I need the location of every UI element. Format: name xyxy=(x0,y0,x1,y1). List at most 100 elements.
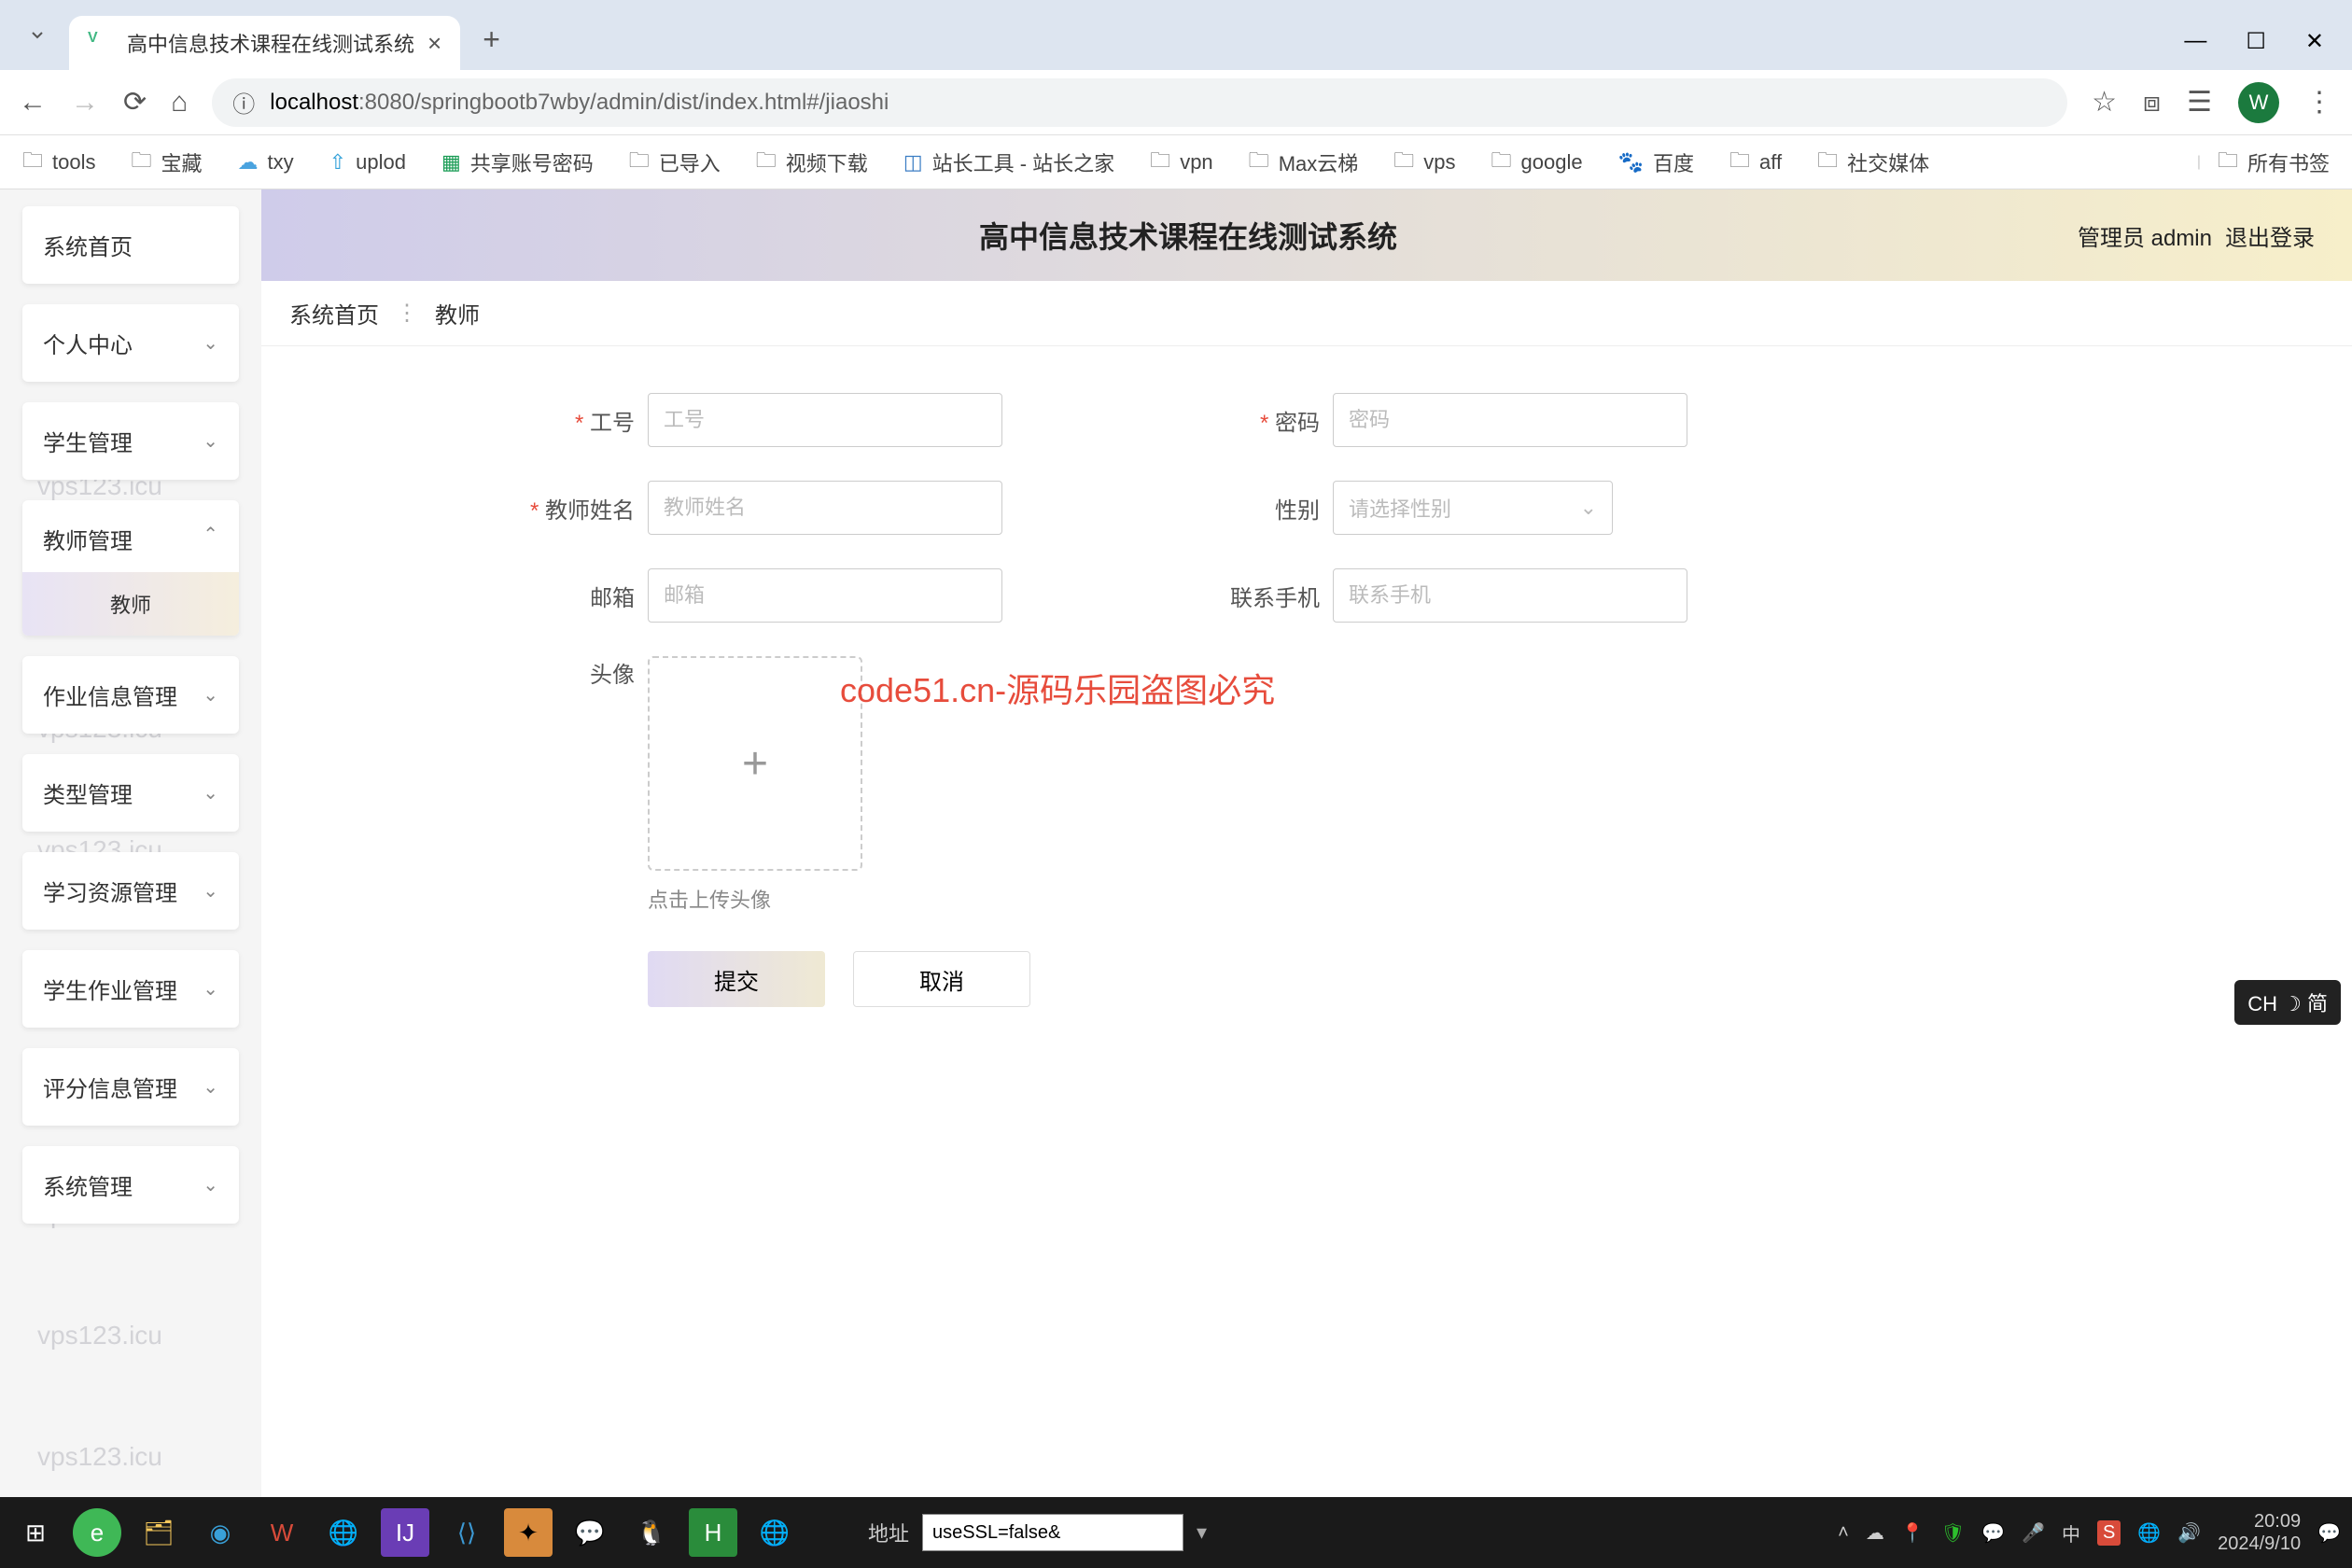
qq-icon[interactable]: 🐧 xyxy=(627,1508,676,1557)
bookmark-item[interactable]: 🗀aff xyxy=(1729,145,1782,180)
bookmark-item[interactable]: 🗀google xyxy=(1491,145,1583,180)
bookmark-item[interactable]: 🗀Max云梯 xyxy=(1249,145,1359,180)
sidebar-item-teachers[interactable]: 教师管理⌃ 教师 xyxy=(22,500,239,636)
all-bookmarks[interactable]: 🗀所有书签 xyxy=(2218,145,2330,180)
breadcrumb-home[interactable]: 系统首页 xyxy=(289,297,379,329)
input-mima[interactable] xyxy=(1333,393,1687,447)
home-icon[interactable]: ⌂ xyxy=(171,87,188,119)
back-icon[interactable]: ← xyxy=(19,87,47,119)
sidebar-item-student-hw[interactable]: 学生作业管理⌄ xyxy=(22,950,239,1028)
edge-icon[interactable]: ◉ xyxy=(196,1508,245,1557)
tab-search-dropdown[interactable] xyxy=(11,8,63,61)
bookmark-item[interactable]: 🗀已导入 xyxy=(629,145,721,180)
start-icon[interactable]: ⊞ xyxy=(11,1508,60,1557)
menu-icon[interactable]: ⋮ xyxy=(2305,86,2333,119)
cancel-button[interactable]: 取消 xyxy=(853,951,1030,1007)
tray-notifications-icon[interactable]: 💬 xyxy=(2317,1521,2341,1545)
sidebar-sub-teacher[interactable]: 教师 xyxy=(22,572,239,636)
url-text: localhost:8080/springbootb7wby/admin/dis… xyxy=(270,90,889,116)
logout-link[interactable]: 退出登录 xyxy=(2225,219,2315,252)
tray-mic-icon[interactable]: 🎤 xyxy=(2022,1521,2045,1545)
bookmark-item[interactable]: 🗀vpn xyxy=(1150,145,1213,180)
reload-icon[interactable]: ⟳ xyxy=(123,86,147,119)
tray-wechat-icon[interactable]: 💬 xyxy=(1981,1521,2005,1545)
bookmark-item[interactable]: ▦共享账号密码 xyxy=(441,147,594,177)
close-icon[interactable]: × xyxy=(427,29,441,58)
site-info-icon[interactable]: ⓘ xyxy=(232,86,255,119)
intellij-icon[interactable]: IJ xyxy=(381,1508,429,1557)
forward-icon[interactable]: → xyxy=(71,87,99,119)
tray-ime-icon[interactable]: 中 xyxy=(2062,1519,2080,1547)
bookmark-item[interactable]: 🗀tools xyxy=(22,145,96,180)
new-tab-button[interactable]: + xyxy=(483,22,500,57)
tray-security-icon[interactable]: 🛡 xyxy=(1941,1521,1965,1545)
sidebar-item-system[interactable]: 系统管理⌄ xyxy=(22,1146,239,1224)
bookmark-item[interactable]: 🐾百度 xyxy=(1618,147,1694,177)
tray-pin-icon[interactable]: 📍 xyxy=(1901,1521,1925,1545)
folder-icon: 🗀 xyxy=(756,145,777,180)
chrome2-icon[interactable]: 🌐 xyxy=(750,1508,799,1557)
vscode-icon[interactable]: ⟨⟩ xyxy=(442,1508,491,1557)
minimize-icon[interactable]: — xyxy=(2184,28,2206,55)
bookmark-item[interactable]: 🗀vps xyxy=(1393,145,1455,180)
extensions-icon[interactable]: ⧈ xyxy=(2143,87,2161,119)
explorer-icon[interactable]: 🗂 xyxy=(134,1508,183,1557)
avatar-uploader[interactable]: + xyxy=(648,656,862,871)
sidebar-item-types[interactable]: 类型管理⌄ xyxy=(22,754,239,832)
select-xingbie[interactable]: 请选择性别 ⌄ xyxy=(1333,481,1613,535)
sidebar-item-students[interactable]: 学生管理⌄ xyxy=(22,402,239,480)
sidebar-item-profile[interactable]: 个人中心⌄ xyxy=(22,304,239,382)
reading-list-icon[interactable]: ☰ xyxy=(2187,86,2212,119)
browser360-icon[interactable]: e xyxy=(73,1508,121,1557)
chevron-down-icon: ⌄ xyxy=(203,977,218,1001)
taskbar-addr-input[interactable] xyxy=(922,1514,1183,1551)
bookmark-item[interactable]: ☁txy xyxy=(238,150,294,175)
app-title: 高中信息技术课程在线测试系统 xyxy=(299,214,2078,257)
chevron-down-icon: ⌄ xyxy=(203,1075,218,1099)
maximize-icon[interactable]: ☐ xyxy=(2246,28,2266,55)
ime-indicator[interactable]: CH ☽ 简 xyxy=(2234,980,2341,1025)
tray-sogou-icon[interactable]: S xyxy=(2097,1520,2121,1546)
wechat-icon[interactable]: 💬 xyxy=(566,1508,614,1557)
close-window-icon[interactable]: ✕ xyxy=(2305,28,2324,55)
webmaster-icon: ◫ xyxy=(903,150,923,175)
bookmark-item[interactable]: 🗀视频下载 xyxy=(756,145,868,180)
system-clock[interactable]: 20:09 2024/9/10 xyxy=(2218,1510,2301,1555)
tray-net-icon[interactable]: 🌐 xyxy=(2137,1521,2161,1545)
sidebar-item-home[interactable]: 系统首页 xyxy=(22,206,239,284)
input-jiaoshi[interactable] xyxy=(648,481,1002,535)
star-icon[interactable]: ☆ xyxy=(2092,86,2117,119)
sidebar-item-scoring[interactable]: 评分信息管理⌄ xyxy=(22,1048,239,1126)
chrome-icon[interactable]: 🌐 xyxy=(319,1508,368,1557)
input-youxiang[interactable] xyxy=(648,568,1002,623)
address-bar[interactable]: ⓘ localhost:8080/springbootb7wby/admin/d… xyxy=(212,78,2067,127)
browser-tab-strip: V 高中信息技术课程在线测试系统 × + — ☐ ✕ xyxy=(0,0,2352,70)
wps-icon[interactable]: W xyxy=(258,1508,306,1557)
profile-avatar[interactable]: W xyxy=(2238,82,2279,123)
folder-icon: 🗀 xyxy=(132,145,152,180)
bookmark-item[interactable]: 🗀宝藏 xyxy=(132,145,203,180)
folder-icon: 🗀 xyxy=(1491,145,1512,180)
input-lianxi[interactable] xyxy=(1333,568,1687,623)
chevron-down-icon: ⌄ xyxy=(203,879,218,903)
tray-volume-icon[interactable]: 🔊 xyxy=(2177,1521,2201,1545)
bookmark-item[interactable]: ⇧uplod xyxy=(329,150,406,175)
label-xingbie: 性别 xyxy=(1189,492,1320,525)
chevron-down-icon: ⌄ xyxy=(203,683,218,707)
sidebar-item-homework-info[interactable]: 作业信息管理⌄ xyxy=(22,656,239,734)
app-icon[interactable]: ✦ xyxy=(504,1508,553,1557)
browser-tab-active[interactable]: V 高中信息技术课程在线测试系统 × xyxy=(69,16,460,70)
chevron-down-icon[interactable]: ▾ xyxy=(1197,1520,1207,1545)
tray-cloud-icon[interactable]: ☁ xyxy=(1866,1521,1884,1545)
input-gonghao[interactable] xyxy=(648,393,1002,447)
folder-icon: 🗀 xyxy=(2218,145,2238,180)
hbuilder-icon[interactable]: H xyxy=(689,1508,737,1557)
sheets-icon: ▦ xyxy=(441,150,461,175)
sidebar-item-resources[interactable]: 学习资源管理⌄ xyxy=(22,852,239,930)
bookmark-item[interactable]: 🗀社交媒体 xyxy=(1817,145,1929,180)
address-bar-row: ← → ⟳ ⌂ ⓘ localhost:8080/springbootb7wby… xyxy=(0,70,2352,135)
submit-button[interactable]: 提交 xyxy=(648,951,825,1007)
bookmark-item[interactable]: ◫站长工具 - 站长之家 xyxy=(903,147,1114,177)
tray-up-icon[interactable]: ˄ xyxy=(1838,1522,1849,1544)
label-youxiang: 邮箱 xyxy=(504,580,635,612)
